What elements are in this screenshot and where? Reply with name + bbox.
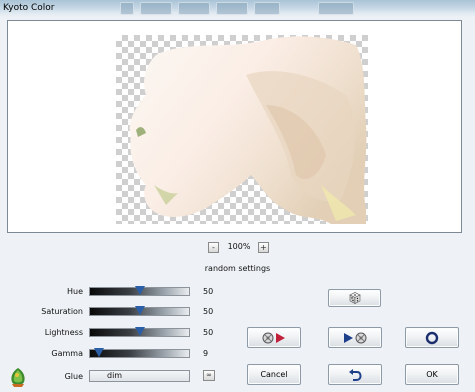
glue-link-button[interactable]: ∞	[203, 370, 215, 381]
random-button[interactable]	[328, 289, 381, 307]
undo-button[interactable]	[328, 364, 382, 385]
ghost-icon	[140, 2, 172, 15]
hue-label: Hue	[66, 287, 83, 296]
saturation-slider[interactable]	[89, 306, 190, 316]
preview-image	[129, 36, 367, 224]
random-settings-label: random settings	[204, 264, 271, 273]
preview-panel[interactable]	[7, 20, 462, 233]
ghost-icon	[120, 2, 134, 15]
ghost-icon	[216, 2, 248, 15]
ghost-icon	[254, 2, 280, 15]
saturation-value: 50	[203, 307, 214, 316]
lightness-slider[interactable]	[89, 327, 190, 337]
window-title: Kyoto Color	[3, 3, 55, 13]
zoom-level: 100%	[227, 242, 251, 251]
zoom-out-button[interactable]: -	[208, 242, 219, 253]
hue-slider-thumb[interactable]	[134, 286, 145, 295]
hue-slider[interactable]	[89, 286, 190, 296]
gamma-slider-thumb[interactable]	[93, 348, 104, 357]
reel-forward-icon	[344, 332, 367, 344]
reset-button[interactable]	[405, 327, 459, 348]
gamma-slider[interactable]	[89, 348, 190, 358]
glue-mode-select[interactable]: dim	[89, 370, 190, 382]
saturation-label: Saturation	[41, 307, 83, 316]
transparency-checkerboard	[116, 35, 368, 224]
cancel-button[interactable]: Cancel	[247, 364, 301, 385]
reel-back-icon	[262, 332, 285, 344]
next-settings-button[interactable]	[328, 327, 382, 348]
dice-icon	[348, 292, 361, 304]
previous-settings-button[interactable]	[247, 327, 301, 348]
gamma-label: Gamma	[51, 349, 83, 358]
ghost-icon	[318, 2, 354, 15]
glue-label: Glue	[64, 372, 83, 381]
hue-value: 50	[203, 287, 214, 296]
title-bar: Kyoto Color	[0, 0, 475, 18]
undo-arrow-icon	[349, 369, 362, 381]
ghost-icon	[178, 2, 210, 15]
lightness-slider-thumb[interactable]	[134, 327, 145, 336]
zoom-in-button[interactable]: +	[258, 242, 269, 253]
lightness-value: 50	[203, 328, 214, 337]
zoom-control: - 100% +	[0, 242, 475, 254]
ok-button[interactable]: OK	[405, 364, 459, 385]
saturation-slider-thumb[interactable]	[134, 306, 145, 315]
lightness-label: Lightness	[44, 328, 83, 337]
ring-icon	[425, 331, 439, 345]
gamma-value: 9	[203, 349, 209, 358]
